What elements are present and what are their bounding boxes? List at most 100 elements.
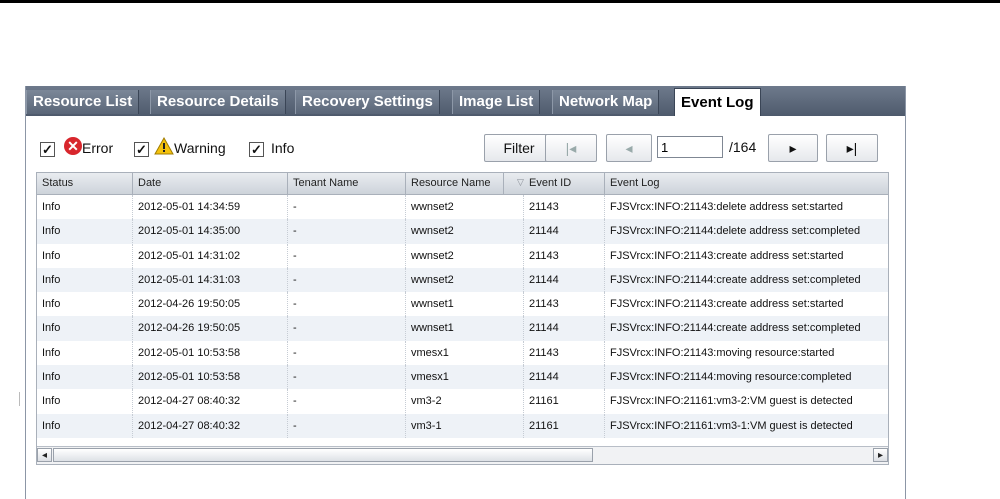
error-label: Error [82,140,114,156]
cell-event-id: 21143 [524,292,605,317]
cell-status: Info [37,292,133,317]
column-date[interactable]: Date [133,173,288,194]
error-checkbox[interactable]: ✓ [40,142,55,157]
cell-tenant-name: - [288,292,406,317]
cell-status: Info [37,365,133,390]
cell-tenant-name: - [288,195,406,219]
table-row[interactable]: Info 2012-05-01 10:53:58- vmesx1 21144 FJSVr… [37,365,888,390]
column-event-id[interactable]: Event ID [524,173,605,194]
cell-event-log: FJSVrcx:INFO:21144:moving resource:compl… [610,371,852,384]
cell-status: Info [37,340,133,365]
cell-date: 2012-05-01 14:31:02 [133,243,288,268]
cell-event-id: 21143 [524,340,605,365]
tab-recovery-settings[interactable]: Recovery Settings [295,90,440,114]
cell-date: 2012-04-27 08:40:32 [133,389,288,414]
cell-event-log: FJSVrcx:INFO:21143:moving resource:start… [610,346,835,359]
tab-resource-list[interactable]: Resource List [26,90,140,114]
cell-event-log: FJSVrcx:INFO:21144:create address set:co… [610,273,861,286]
table-row[interactable]: Info 2012-05-01 14:31:03- wwnset2 21144 FJSV… [37,267,888,293]
cell-date: 2012-05-01 14:35:00 [133,219,288,244]
cell-status: Info [37,195,133,219]
column-event-log[interactable]: Event Log [605,173,888,194]
tab-resource-details[interactable]: Resource Details [150,90,286,114]
prev-page-icon: ◂ [625,140,633,156]
cell-resource-name: vm3-2 [406,389,524,414]
cell-resource-name: wwnset2 [406,243,524,268]
filter-button[interactable]: Filter [484,134,554,162]
divider [19,392,20,406]
info-checkbox[interactable]: ✓ [249,142,264,157]
tab-network-map[interactable]: Network Map [552,90,660,114]
cell-event-log: FJSVrcx:INFO:21144:delete address set:co… [610,225,861,238]
table-header: Status Date Tenant Name Resource Name ▽ … [37,173,888,195]
cell-date: 2012-04-26 19:50:05 [133,316,288,341]
first-page-button[interactable]: |◂ [545,134,597,162]
cell-tenant-name: - [288,413,406,438]
cell-resource-name: wwnset2 [406,219,524,244]
cell-status: Info [37,389,133,414]
cell-event-id: 21144 [524,316,605,341]
horizontal-scrollbar[interactable]: ◂ ▸ [37,446,888,464]
table-row[interactable]: Info 2012-05-01 14:34:59- wwnset2 21143 FJSV… [37,195,888,219]
tab-event-log[interactable]: Event Log [674,88,761,116]
scroll-right-button[interactable]: ▸ [873,448,888,462]
cell-event-id: 21144 [524,365,605,390]
table-row[interactable]: Info 2012-04-27 08:40:32- vm3-2 21161 FJSVrc… [37,389,888,414]
cell-resource-name: wwnset1 [406,316,524,341]
cell-date: 2012-05-01 14:34:59 [133,195,288,219]
table-row[interactable]: Info 2012-05-01 14:35:00- wwnset2 21144 FJSV… [37,219,888,244]
page-number-input[interactable] [657,136,723,158]
cell-date: 2012-05-01 10:53:58 [133,365,288,390]
cell-tenant-name: - [288,316,406,341]
cell-tenant-name: - [288,219,406,244]
error-icon: ✕ [64,137,82,155]
cell-tenant-name: - [288,267,406,292]
cell-event-id: 21161 [524,413,605,438]
table-body: Info 2012-05-01 14:34:59- wwnset2 21143 FJSV… [37,195,888,438]
first-page-icon: |◂ [565,140,577,156]
cell-event-id: 21144 [524,267,605,292]
cell-date: 2012-05-01 10:53:58 [133,340,288,365]
cell-date: 2012-04-26 19:50:05 [133,292,288,317]
cell-event-id: 21143 [524,243,605,268]
last-page-button[interactable]: ▸| [826,134,878,162]
scroll-right-icon: ▸ [877,450,884,461]
cell-status: Info [37,243,133,268]
sort-icon: ▽ [517,177,524,187]
cell-status: Info [37,316,133,341]
cell-resource-name: wwnset2 [406,195,524,219]
cell-status: Info [37,219,133,244]
cell-date: 2012-04-27 08:40:32 [133,413,288,438]
cell-status: Info [37,267,133,292]
cell-status: Info [37,413,133,438]
page-total: /164 [729,139,757,155]
column-status[interactable]: Status [37,173,133,194]
filter-toolbar: ✓ ✕ Error ✓ Warning ✓ Info Filter |◂ ◂ /… [26,116,905,172]
scroll-left-button[interactable]: ◂ [37,448,52,462]
info-label: Info [271,140,295,156]
next-page-button[interactable]: ▸ [768,134,818,162]
table-row[interactable]: Info 2012-04-26 19:50:05- wwnset1 21144 FJSV… [37,316,888,341]
scroll-thumb[interactable] [53,448,593,462]
cell-tenant-name: - [288,340,406,365]
table-row[interactable]: Info 2012-04-27 08:40:32- vm3-1 21161 FJSVrc… [37,413,888,438]
tab-bar: Resource List Resource Details Recovery … [26,86,905,116]
column-tenant-name[interactable]: Tenant Name [288,173,406,194]
cell-resource-name: vmesx1 [406,365,524,390]
cell-event-log: FJSVrcx:INFO:21161:vm3-2:VM guest is det… [610,395,853,408]
table-row[interactable]: Info 2012-04-26 19:50:05- wwnset1 21143 FJSV… [37,292,888,317]
event-log-panel: Resource List Resource Details Recovery … [25,86,906,499]
warning-checkbox[interactable]: ✓ [134,142,149,157]
column-resource-name-label: Resource Name [411,177,491,189]
tab-image-list[interactable]: Image List [452,90,541,114]
cell-event-log: FJSVrcx:INFO:21143:create address set:st… [610,298,844,311]
cell-tenant-name: - [288,243,406,268]
prev-page-button[interactable]: ◂ [606,134,652,162]
cell-resource-name: vm3-1 [406,413,524,438]
cell-event-log: FJSVrcx:INFO:21143:delete address set:st… [610,201,843,213]
column-resource-name[interactable]: Resource Name [406,173,504,194]
scroll-left-icon: ◂ [41,450,48,461]
table-row[interactable]: Info 2012-05-01 10:53:58- vmesx1 21143 FJSVr… [37,340,888,365]
table-row[interactable]: Info 2012-05-01 14:31:02- wwnset2 21143 FJSV… [37,243,888,268]
cell-date: 2012-05-01 14:31:03 [133,267,288,292]
